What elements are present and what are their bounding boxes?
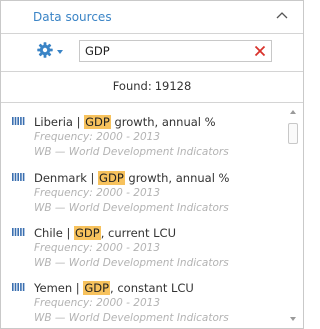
item-frequency: Frequency: 2000 - 2013: [34, 131, 161, 143]
search-highlight: GDP: [98, 171, 125, 185]
vertical-scrollbar[interactable]: [286, 107, 300, 324]
results-list: Liberia | GDP growth, annual % Frequency…: [1, 103, 285, 328]
toolbar: [1, 35, 303, 69]
panel-header[interactable]: Data sources: [1, 1, 303, 34]
found-count: 19128: [154, 79, 192, 93]
panel-title: Data sources: [33, 10, 112, 24]
divider: [1, 71, 303, 72]
scroll-thumb[interactable]: [288, 123, 298, 144]
results-count: Found: 19128: [1, 79, 303, 93]
item-title: Yemen | GDP, constant LCU: [34, 281, 194, 295]
close-icon[interactable]: [254, 45, 266, 57]
item-title: Denmark | GDP growth, annual %: [34, 171, 230, 185]
indicator-icon: [12, 228, 25, 236]
item-source: WB — World Development Indicators: [34, 202, 229, 214]
item-frequency: Frequency: 2000 - 2013: [34, 297, 161, 309]
item-frequency: Frequency: 2000 - 2013: [34, 242, 161, 254]
indicator-icon: [12, 173, 25, 181]
dropdown-caret-icon: [57, 50, 63, 54]
item-source: WB — World Development Indicators: [34, 312, 229, 324]
scroll-down-icon[interactable]: [290, 317, 296, 321]
scroll-up-icon[interactable]: [290, 110, 296, 114]
indicator-icon: [12, 283, 25, 291]
item-frequency: Frequency: 2000 - 2013: [34, 187, 161, 199]
item-source: WB — World Development Indicators: [34, 146, 229, 158]
found-label: Found:: [112, 79, 152, 93]
item-title: Chile | GDP, current LCU: [34, 226, 176, 240]
list-item[interactable]: Yemen | GDP, constant LCU Frequency: 200…: [1, 275, 285, 328]
list-item[interactable]: Chile | GDP, current LCU Frequency: 2000…: [1, 220, 285, 274]
search-box: [79, 40, 272, 62]
search-highlight: GDP: [73, 226, 101, 240]
settings-menu-button[interactable]: [37, 41, 65, 61]
list-item[interactable]: Denmark | GDP growth, annual % Frequency…: [1, 165, 285, 219]
data-sources-panel: Data sources GDP Found: 19128 Liberia | …: [0, 0, 304, 329]
search-highlight: GDP: [83, 281, 111, 295]
list-item[interactable]: Liberia | GDP growth, annual % Frequency…: [1, 109, 285, 163]
indicator-icon: [12, 117, 25, 125]
chevron-up-icon[interactable]: [275, 9, 289, 23]
gear-icon: [37, 42, 53, 58]
item-title: Liberia | GDP growth, annual %: [34, 115, 216, 129]
search-input[interactable]: [80, 41, 250, 61]
search-highlight: GDP: [84, 115, 111, 129]
item-source: WB — World Development Indicators: [34, 257, 229, 269]
